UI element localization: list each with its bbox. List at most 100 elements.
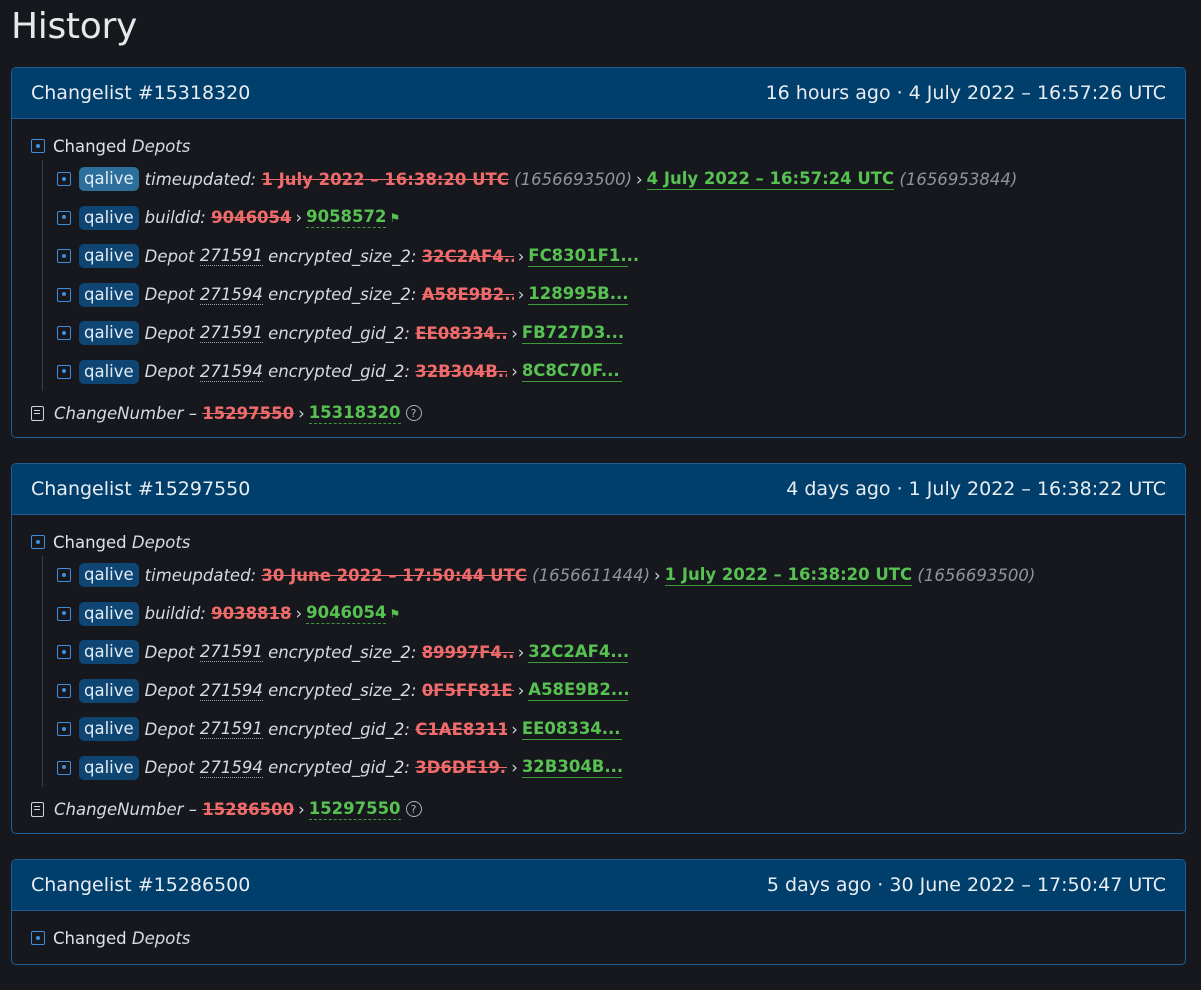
branch-badge[interactable]: qalive bbox=[79, 717, 139, 742]
square-dot-icon bbox=[57, 249, 71, 264]
branch-badge[interactable]: qalive bbox=[79, 755, 139, 780]
old-changenumber[interactable]: 15297550 bbox=[202, 404, 294, 423]
depot-prefix: Depot bbox=[144, 285, 195, 305]
new-changenumber[interactable]: 15318320 bbox=[308, 403, 401, 424]
square-dot-icon bbox=[57, 645, 71, 660]
new-value: 1 July 2022 – 16:38:20 UTC bbox=[664, 564, 913, 586]
depot-id[interactable]: 271594 bbox=[199, 285, 263, 305]
key-label: buildid: bbox=[144, 604, 206, 624]
branch-badge[interactable]: qalive bbox=[79, 167, 139, 192]
square-dot-icon bbox=[57, 760, 71, 775]
arrow: › bbox=[517, 642, 525, 662]
key-label: encrypted_gid_2: bbox=[268, 719, 410, 739]
changelist-time: 5 days ago · 30 June 2022 – 17:50:47 UTC bbox=[766, 874, 1166, 896]
changelist-time: 4 days ago · 1 July 2022 – 16:38:22 UTC bbox=[786, 478, 1166, 500]
key-label: encrypted_size_2: bbox=[268, 681, 417, 701]
change-row: qalive timeupdated: 1 July 2022 – 16:38:… bbox=[57, 160, 1166, 199]
key-label: encrypted_size_2: bbox=[268, 642, 417, 662]
depot-id[interactable]: 271594 bbox=[199, 758, 263, 778]
changenumber-line: ChangeNumber – 15286500 › 15297550 ? bbox=[31, 797, 1166, 821]
branch-badge[interactable]: qalive bbox=[79, 640, 139, 665]
change-row: qalive Depot 271591 encrypted_size_2: 32… bbox=[57, 237, 1166, 276]
new-value: 32C2AF4... bbox=[528, 641, 630, 663]
history-list: Changelist #15318320 16 hours ago · 4 Ju… bbox=[11, 67, 1186, 990]
change-row: qalive timeupdated: 30 June 2022 – 17:50… bbox=[57, 556, 1166, 595]
arrow: › bbox=[636, 169, 643, 189]
branch-badge[interactable]: qalive bbox=[79, 601, 139, 626]
new-value: 9058572 bbox=[306, 207, 387, 229]
new-value: 4 July 2022 – 16:57:24 UTC bbox=[646, 168, 895, 190]
branch-badge[interactable]: qalive bbox=[79, 244, 139, 269]
key-label: buildid: bbox=[144, 208, 206, 228]
changelist-title[interactable]: Changelist #15286500 bbox=[31, 874, 250, 896]
new-value: FC8301F1... bbox=[528, 245, 640, 267]
depot-prefix: Depot bbox=[144, 642, 195, 662]
megaphone-icon: ⚑ bbox=[389, 606, 401, 621]
changelist-card: Changelist #15318320 16 hours ago · 4 Ju… bbox=[11, 67, 1186, 438]
key-label: encrypted_gid_2: bbox=[268, 362, 410, 382]
arrow: › bbox=[295, 208, 303, 228]
branch-badge[interactable]: qalive bbox=[79, 282, 139, 307]
square-dot-icon bbox=[31, 139, 45, 153]
old-value: 30 June 2022 – 17:50:44 UTC bbox=[261, 565, 527, 585]
changed-depots-heading: Changed Depots bbox=[31, 530, 1166, 554]
branch-badge[interactable]: qalive bbox=[79, 359, 139, 384]
old-value: 32B304B... bbox=[415, 362, 508, 382]
branch-badge[interactable]: qalive bbox=[79, 205, 139, 230]
new-value: 32B304B... bbox=[521, 757, 624, 779]
branch-badge[interactable]: qalive bbox=[79, 321, 139, 346]
changed-depots-heading: Changed Depots bbox=[31, 926, 1166, 950]
arrow: › bbox=[511, 362, 518, 382]
arrow: › bbox=[511, 719, 518, 739]
changenumber-label: ChangeNumber bbox=[54, 403, 184, 423]
old-value: 32C2AF4... bbox=[421, 246, 514, 266]
depot-id[interactable]: 271591 bbox=[199, 246, 263, 267]
depot-id[interactable]: 271594 bbox=[199, 681, 263, 701]
changelist-header: Changelist #15286500 5 days ago · 30 Jun… bbox=[12, 860, 1185, 911]
change-row: qalive Depot 271594 encrypted_size_2: 0F… bbox=[57, 672, 1166, 711]
old-value: EE08334... bbox=[415, 323, 508, 343]
old-changenumber[interactable]: 15286500 bbox=[202, 800, 294, 819]
old-raw-value: (1656693500) bbox=[514, 169, 633, 189]
arrow: › bbox=[654, 565, 661, 585]
changenumber-label: ChangeNumber bbox=[54, 799, 184, 819]
old-value: 3D6DE19... bbox=[415, 758, 507, 778]
arrow: › bbox=[517, 681, 525, 701]
change-row: qalive Depot 271594 encrypted_gid_2: 32B… bbox=[57, 353, 1166, 392]
new-raw-value: (1656953844) bbox=[899, 169, 1018, 189]
changelist-title[interactable]: Changelist #15318320 bbox=[31, 82, 250, 104]
square-dot-icon bbox=[57, 364, 71, 379]
key-label: encrypted_gid_2: bbox=[268, 323, 410, 343]
new-value: 9046054 bbox=[306, 603, 387, 625]
depot-id[interactable]: 271591 bbox=[199, 719, 263, 740]
new-value: 8C8C70F... bbox=[521, 361, 622, 383]
old-value: C1AE8311... bbox=[415, 719, 508, 739]
key-label: encrypted_size_2: bbox=[268, 246, 417, 266]
depot-id[interactable]: 271594 bbox=[199, 362, 263, 382]
page-title: History bbox=[11, 6, 137, 47]
branch-badge[interactable]: qalive bbox=[79, 563, 139, 588]
old-value: 89997F4... bbox=[421, 642, 514, 662]
key-label: timeupdated: bbox=[144, 169, 257, 189]
depot-prefix: Depot bbox=[144, 323, 195, 343]
help-circle-icon[interactable]: ? bbox=[405, 405, 422, 421]
branch-badge[interactable]: qalive bbox=[79, 678, 139, 703]
square-dot-icon bbox=[57, 606, 71, 621]
depot-prefix: Depot bbox=[144, 719, 195, 739]
depot-id[interactable]: 271591 bbox=[199, 642, 263, 663]
help-circle-icon[interactable]: ? bbox=[405, 801, 422, 817]
arrow: › bbox=[295, 604, 303, 624]
key-label: encrypted_size_2: bbox=[268, 285, 417, 305]
changelist-card: Changelist #15286500 5 days ago · 30 Jun… bbox=[11, 859, 1186, 965]
new-changenumber[interactable]: 15297550 bbox=[308, 799, 401, 820]
new-raw-value: (1656693500) bbox=[917, 565, 1036, 585]
new-value: FB727D3... bbox=[521, 322, 625, 344]
depot-prefix: Depot bbox=[144, 362, 195, 382]
depot-id[interactable]: 271591 bbox=[199, 323, 263, 344]
changelist-title[interactable]: Changelist #15297550 bbox=[31, 478, 250, 500]
changelist-header: Changelist #15297550 4 days ago · 1 July… bbox=[12, 464, 1185, 515]
new-value: 128995B... bbox=[528, 284, 629, 306]
square-dot-icon bbox=[57, 683, 71, 698]
changelist-time: 16 hours ago · 4 July 2022 – 16:57:26 UT… bbox=[765, 82, 1166, 104]
square-dot-icon bbox=[57, 722, 71, 737]
